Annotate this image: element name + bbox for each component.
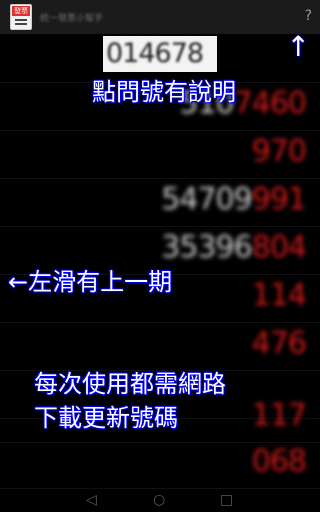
number-white: 35396 [161, 230, 252, 265]
number-value: 970 [251, 134, 307, 169]
number-red: 117 [251, 398, 307, 433]
app-title: 統一發票小幫手 [40, 14, 104, 24]
list-item: 54709991 [0, 178, 320, 227]
swipe-hint-text: ←左滑有上一期 [8, 268, 173, 296]
number-red: 068 [251, 444, 307, 479]
app-icon-label: 發票 [12, 6, 30, 16]
number-red: 970 [251, 134, 307, 169]
number-red: 476 [251, 326, 307, 361]
number-value: 117 [251, 398, 307, 433]
icon-line [15, 23, 27, 25]
help-button[interactable]: ? [305, 8, 312, 24]
number-value: 476 [251, 326, 307, 361]
number-value: 35396804 [161, 230, 307, 265]
list-item: 970 [0, 130, 320, 179]
help-hint-text: 點問號有說明 [92, 78, 236, 106]
app-logo-icon: 發票 [10, 4, 32, 30]
number-red: 114 [251, 278, 307, 313]
number-value: 114 [251, 278, 307, 313]
number-red: 7460 [233, 86, 307, 121]
winning-number: 014678 [106, 38, 204, 69]
number-value: 54709991 [161, 182, 307, 217]
home-icon[interactable]: ○ [153, 492, 165, 508]
system-nav-bar: ◁ ○ □ [0, 490, 320, 512]
back-icon[interactable]: ◁ [86, 492, 97, 508]
number-red: 991 [251, 182, 307, 217]
number-value: 068 [251, 444, 307, 479]
list-item: 068 [0, 440, 320, 489]
arrow-up-icon: ↑ [286, 30, 310, 63]
action-bar: 發票 統一發票小幫手 ? [0, 0, 320, 34]
number-red: 804 [251, 230, 307, 265]
network-hint-line2: 下載更新號碼 [34, 404, 178, 432]
recents-icon[interactable]: □ [220, 492, 233, 508]
network-hint-line1: 每次使用都需網路 [34, 370, 226, 398]
icon-line [15, 19, 27, 21]
number-white: 54709 [161, 182, 252, 217]
